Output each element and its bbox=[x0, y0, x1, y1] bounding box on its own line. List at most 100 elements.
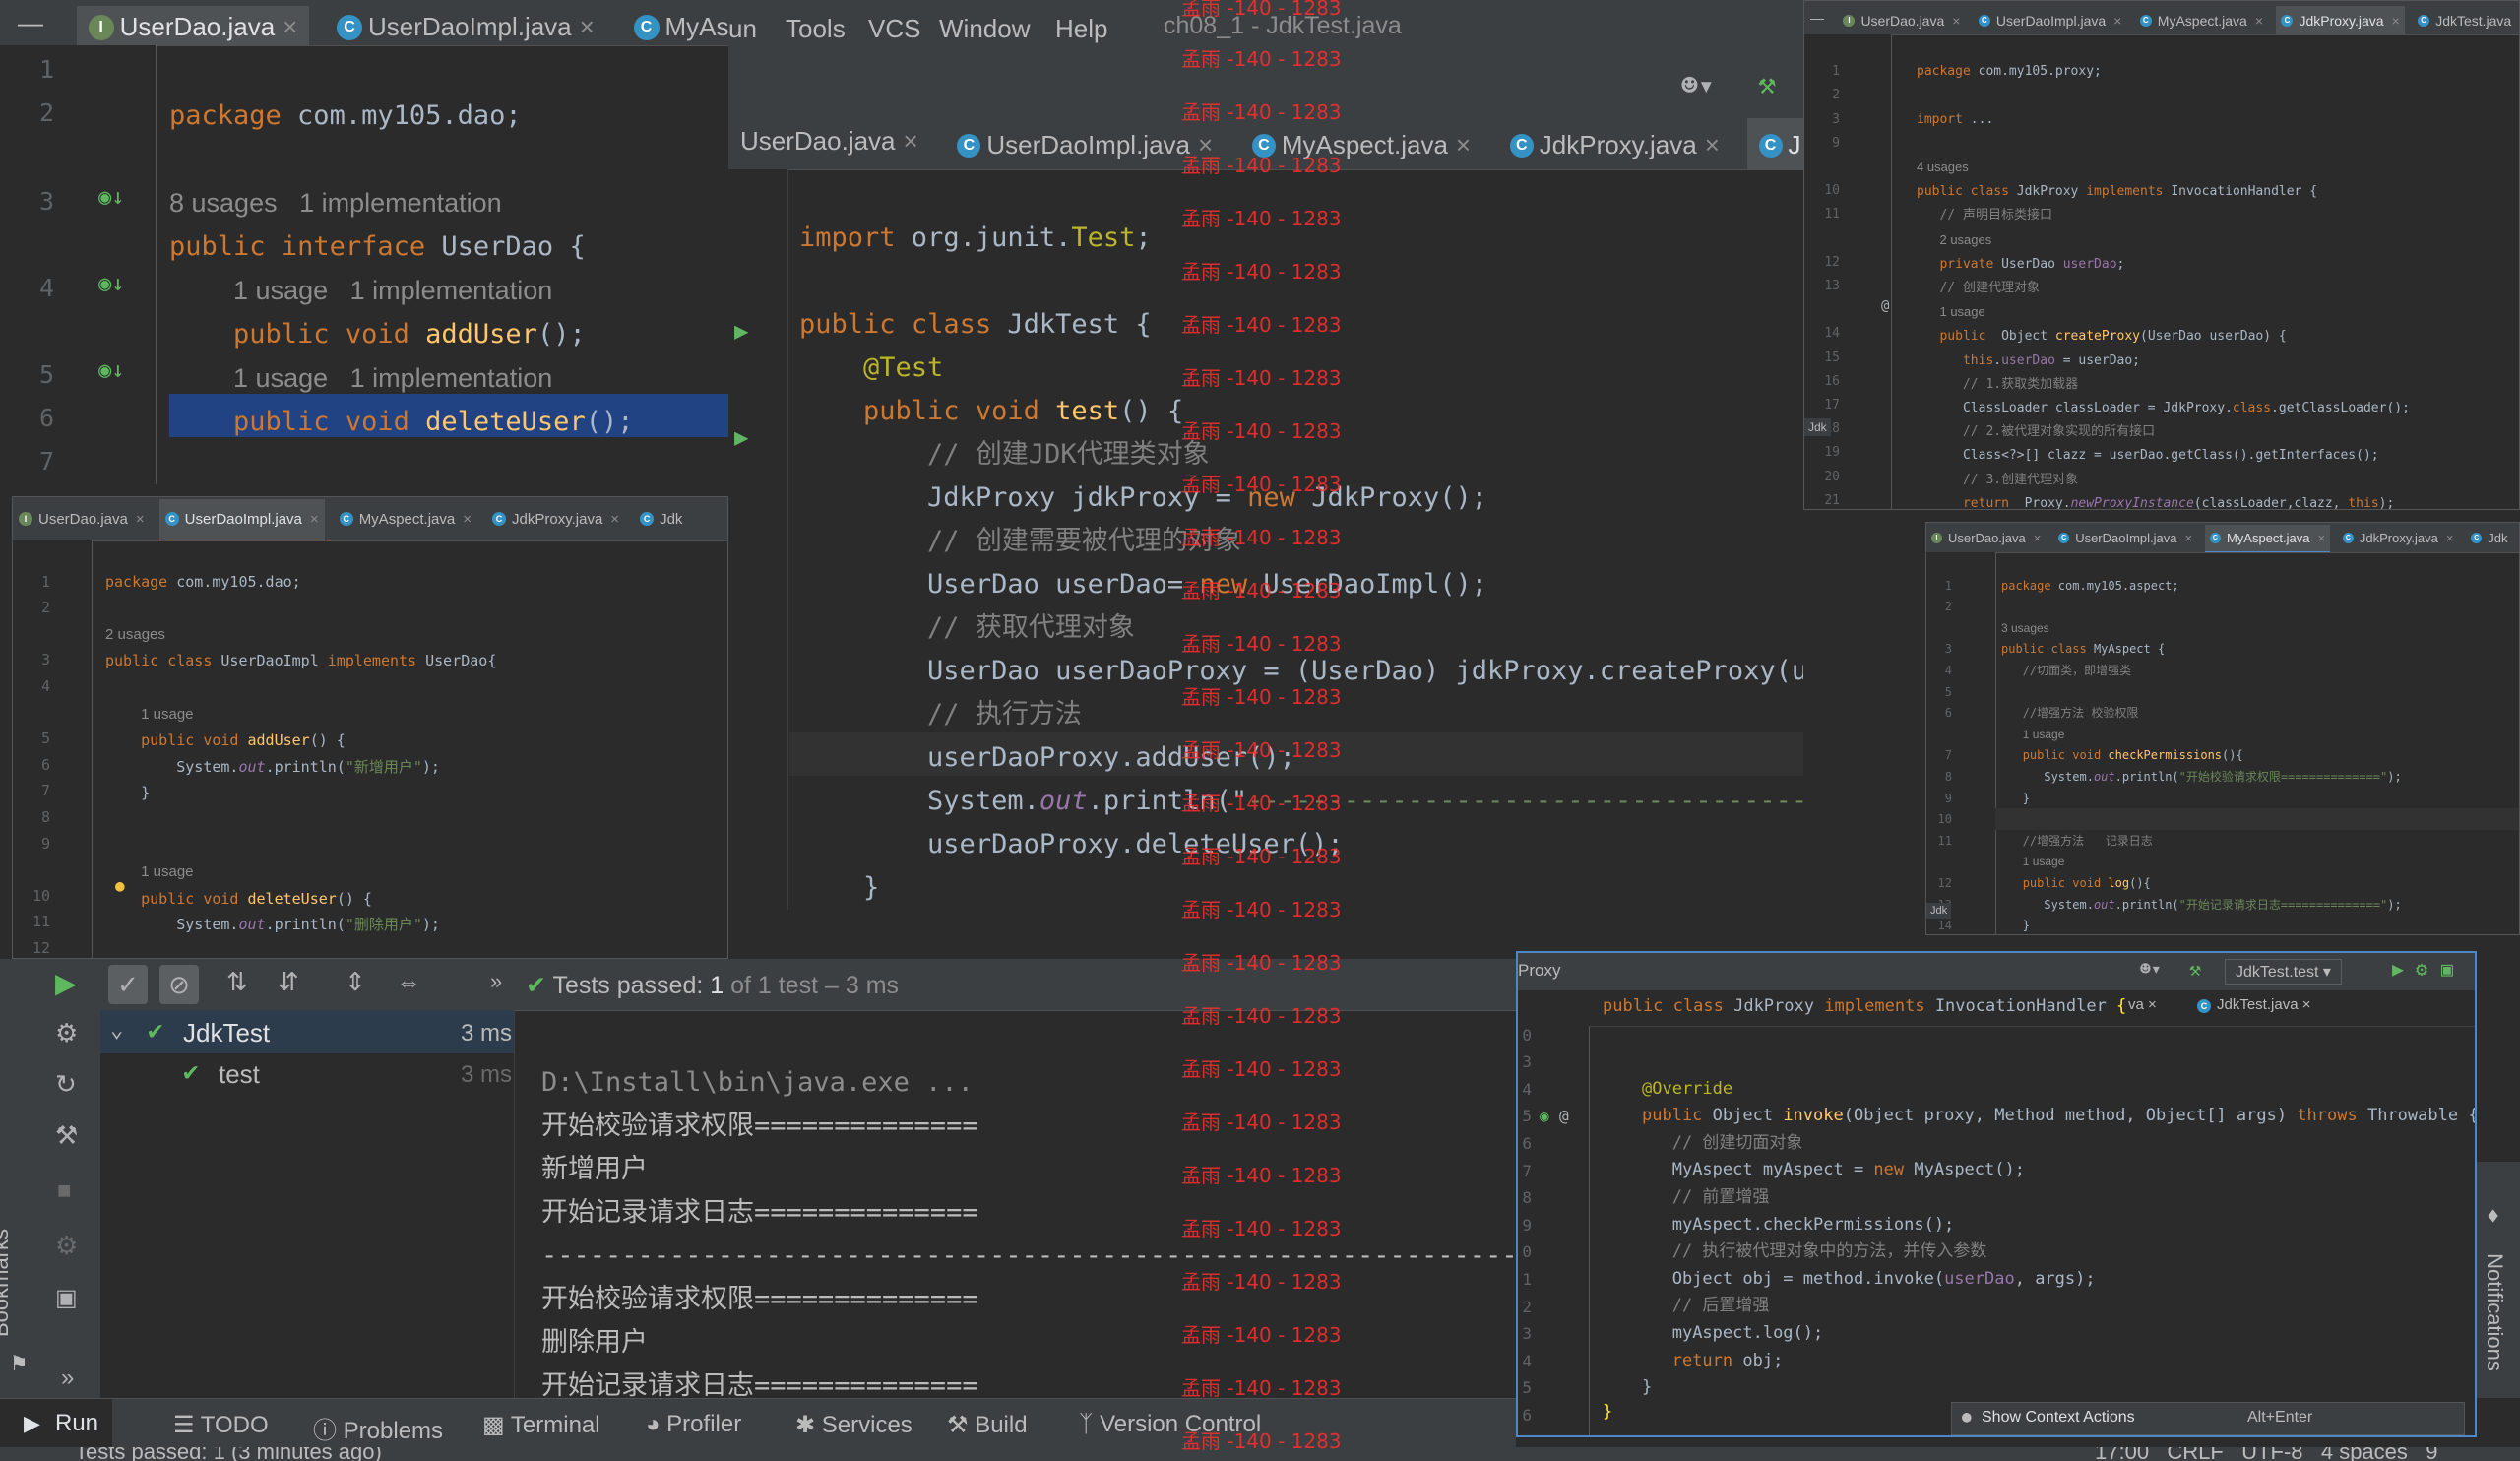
tab-jdkproxy[interactable]: C JdkProxy.java × bbox=[2338, 523, 2459, 552]
tab-userdaoimpl[interactable]: C UserDaoImpl.java × bbox=[325, 5, 606, 46]
context-actions-popup[interactable]: ● Show Context Actions Alt+Enter bbox=[1951, 1402, 2465, 1435]
tab-jdktest[interactable]: CJ bbox=[1746, 118, 1803, 169]
restore-icon[interactable]: ↻ bbox=[55, 1069, 77, 1100]
run-test-icon[interactable]: ▶ bbox=[734, 317, 748, 345]
chevron-down-icon[interactable]: ⌄ bbox=[110, 1018, 123, 1043]
menu-item-vcs[interactable]: VCS bbox=[868, 14, 920, 44]
close-icon[interactable]: × bbox=[580, 12, 595, 42]
tab-userdao[interactable]: I UserDao.java × bbox=[1838, 4, 1965, 34]
override-icon[interactable]: @ bbox=[1881, 298, 1889, 314]
menu-item-run[interactable]: un bbox=[728, 14, 757, 44]
user-icon[interactable]: ☻▾ bbox=[2140, 959, 2162, 980]
minimize-icon[interactable]: — bbox=[0, 0, 61, 45]
menu-item-tools[interactable]: Tools bbox=[786, 14, 846, 44]
console-output[interactable]: D:\Install\bin\java.exe ... 开始校验请求权限====… bbox=[541, 1018, 1516, 1398]
ignored-filter-button[interactable]: ⊘ bbox=[159, 965, 199, 1004]
run-test-icon[interactable]: ▶ bbox=[734, 423, 748, 451]
tab-myaspect[interactable]: C MyAspect.java × bbox=[1240, 117, 1482, 170]
tab-userdaoimpl[interactable]: C UserDaoImpl.java × bbox=[2053, 523, 2197, 552]
rerun-icon[interactable]: ▶ bbox=[55, 967, 77, 999]
tab-partial[interactable]: va × bbox=[2128, 996, 2157, 1013]
profiler-tab[interactable]: ◕ Profiler bbox=[646, 1411, 741, 1438]
build-hammer-icon[interactable]: ⚒ bbox=[2189, 957, 2201, 981]
tab-jdktest[interactable]: C Jdk bbox=[2466, 523, 2512, 552]
sort-duration-icon[interactable]: ⇵ bbox=[278, 967, 299, 997]
collapse-all-icon[interactable]: ⇔ bbox=[396, 967, 421, 997]
implemented-icon[interactable]: ◉↓ bbox=[98, 358, 125, 383]
debug-icon[interactable]: ⚙ bbox=[2416, 957, 2427, 981]
close-icon[interactable]: × bbox=[2446, 531, 2454, 545]
tab-myaspect[interactable]: C MyAspect.java × bbox=[334, 497, 477, 540]
close-icon[interactable]: × bbox=[136, 511, 145, 528]
close-icon[interactable]: × bbox=[310, 511, 319, 528]
close-icon[interactable]: × bbox=[2255, 13, 2263, 29]
tab-userdaoimpl[interactable]: C UserDaoImpl.java × bbox=[158, 498, 325, 540]
build-hammer-icon[interactable]: ⚒ bbox=[1758, 67, 1776, 101]
notifications-tab[interactable]: Notifications bbox=[2482, 1253, 2507, 1371]
tab-userdao[interactable]: I UserDao.java × bbox=[13, 497, 151, 540]
camera-icon[interactable]: ▣ bbox=[55, 1284, 78, 1312]
tab-myaspect[interactable]: C MyAs bbox=[622, 5, 728, 46]
more-icon[interactable]: » bbox=[490, 969, 502, 994]
close-icon[interactable]: × bbox=[2317, 531, 2325, 545]
tab-userdaoimpl[interactable]: C UserDaoImpl.java × bbox=[945, 117, 1225, 170]
close-icon[interactable]: × bbox=[610, 511, 619, 528]
test-tree-row[interactable]: ⌄ ✔ JdkTest 3 ms bbox=[100, 1010, 514, 1053]
problems-tab[interactable]: ⓘ Problems bbox=[313, 1411, 443, 1445]
tab-userdaoimpl[interactable]: C UserDaoImpl.java × bbox=[1974, 4, 2126, 34]
bookmarks-tab[interactable]: Bookmarks bbox=[0, 1229, 14, 1337]
terminal-tab[interactable]: ▩ Terminal bbox=[482, 1411, 600, 1439]
tab-jdkproxy[interactable]: C JdkProxy.java × bbox=[2276, 5, 2405, 34]
coverage-icon[interactable]: ▣ bbox=[2441, 957, 2453, 981]
close-icon[interactable]: × bbox=[1952, 13, 1960, 29]
services-tab[interactable]: ✱ Services bbox=[795, 1411, 913, 1439]
debug-icon[interactable]: ⚙ bbox=[55, 1018, 78, 1048]
tab-jdktest[interactable]: C Jdk bbox=[634, 497, 688, 540]
side-tab-jdk[interactable]: Jdk bbox=[1804, 418, 1831, 436]
more-icon[interactable]: » bbox=[61, 1365, 74, 1392]
close-icon[interactable]: × bbox=[1456, 130, 1471, 160]
tab-jdkproxy[interactable]: C JdkProxy.java × bbox=[1498, 117, 1732, 170]
implemented-icon[interactable]: ◉↓ bbox=[98, 185, 125, 210]
tab-userdao[interactable]: I UserDao.java × bbox=[76, 6, 310, 45]
implemented-icon[interactable]: ◉↓ bbox=[98, 272, 125, 296]
close-icon[interactable]: × bbox=[2392, 13, 2400, 29]
test-tree-row[interactable]: ✔ test 3 ms bbox=[100, 1053, 514, 1093]
override-icon[interactable]: @ bbox=[1559, 1107, 1569, 1125]
tab-jdkproxy[interactable]: C JdkProxy.java × bbox=[486, 497, 625, 540]
close-icon[interactable]: × bbox=[2034, 531, 2042, 545]
passed-filter-button[interactable]: ✓ bbox=[108, 965, 148, 1004]
settings-icon[interactable]: ⚙ bbox=[55, 1231, 78, 1261]
close-icon[interactable]: × bbox=[283, 12, 297, 42]
version-control-tab[interactable]: ᛉ Version Control bbox=[1079, 1411, 1261, 1438]
override-icon[interactable]: ◉ bbox=[1540, 1107, 1549, 1125]
tab-jdktest[interactable]: C JdkTest.java × bbox=[2197, 996, 2310, 1013]
bell-icon[interactable]: ♦ bbox=[2487, 1205, 2499, 1230]
user-icon[interactable]: ☻▾ bbox=[1681, 69, 1715, 101]
run-icon[interactable]: ▶ bbox=[2392, 957, 2404, 981]
minimize-icon[interactable]: — bbox=[1804, 1, 1830, 34]
close-icon[interactable]: × bbox=[1198, 130, 1213, 160]
close-icon[interactable]: × bbox=[1705, 130, 1720, 160]
run-config-select[interactable]: JdkTest.test ▾ bbox=[2225, 959, 2342, 985]
tab-userdao[interactable]: I UserDao.java × bbox=[1926, 523, 2046, 552]
close-icon[interactable]: × bbox=[904, 126, 918, 157]
sort-alpha-icon[interactable]: ⇅ bbox=[226, 967, 248, 997]
status-info[interactable]: 17:00 CRLF UTF-8 4 spaces 9 bbox=[2095, 1447, 2437, 1461]
tab-userdao[interactable]: UserDao.java × bbox=[728, 112, 930, 169]
expand-all-icon[interactable]: ⇕ bbox=[345, 967, 366, 997]
stop-icon[interactable]: ■ bbox=[57, 1177, 72, 1205]
todo-tab[interactable]: ☰ TODO bbox=[173, 1411, 269, 1439]
run-tab[interactable]: ▶ Run bbox=[0, 1399, 113, 1448]
menu-item-help[interactable]: Help bbox=[1055, 14, 1107, 44]
side-tab-jdk[interactable]: Jdk bbox=[1926, 903, 1952, 919]
tab-myaspect[interactable]: C MyAspect.java × bbox=[2135, 4, 2268, 34]
build-tab[interactable]: ⚒ Build bbox=[947, 1411, 1028, 1439]
tab-myaspect[interactable]: C MyAspect.java × bbox=[2204, 524, 2331, 552]
wrench-icon[interactable]: ⚒ bbox=[55, 1120, 78, 1151]
close-icon[interactable]: × bbox=[2113, 13, 2121, 29]
menu-item-window[interactable]: Window bbox=[939, 14, 1030, 44]
bookmark-icon[interactable]: ⚑ bbox=[12, 1349, 26, 1376]
close-icon[interactable]: × bbox=[463, 511, 472, 528]
tab-jdktest[interactable]: C JdkTest.java bbox=[2413, 4, 2516, 34]
